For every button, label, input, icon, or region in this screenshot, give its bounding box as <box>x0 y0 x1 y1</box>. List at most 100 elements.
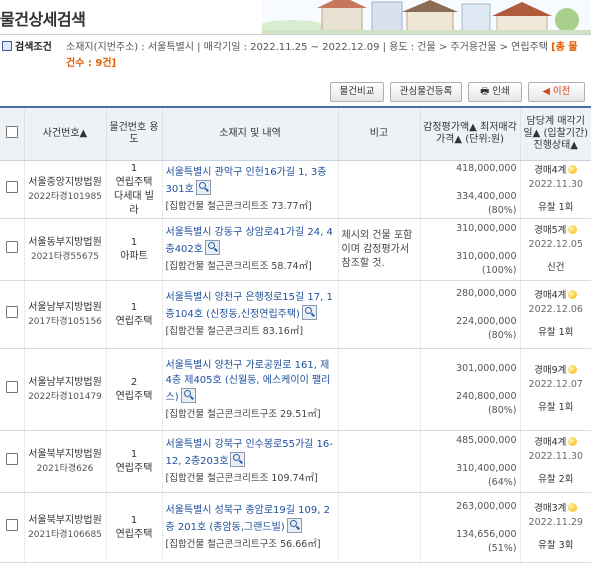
note-cell <box>337 160 420 219</box>
case-cell[interactable]: 서울중앙지방법원 2022타경101985 <box>23 160 106 219</box>
address-link[interactable]: 서울특별시 양천구 가로공원로 161, 제4층 제405호 (신월동, 에스케… <box>166 358 335 405</box>
price-ratio: (80%) <box>487 329 517 341</box>
address-text[interactable]: 서울특별시 관악구 인헌16가길 1, 3층 301호 <box>166 167 327 195</box>
item-cell: 2 연립주택 <box>105 348 162 431</box>
table-row[interactable]: 서울북부지방법원 2021타경106685 1 연립주택 서울특별시 성북구 종암로19… <box>0 492 591 563</box>
building-detail: [집합건물 철근콘크리트조 73.77㎡] <box>165 201 312 212</box>
court-division: 경매4계 <box>534 437 567 448</box>
address-cell: 서울특별시 강동구 상암로41가길 24, 4층402호 [집합건물 철근콘크리트… <box>161 218 338 281</box>
conditions-text: 소재지(지번주소) : 서울특별시 | 매각기일 : 2022.11.25 ~ … <box>66 40 586 72</box>
search-conditions: 검색조건 소재지(지번주소) : 서울특별시 | 매각기일 : 2022.11.… <box>0 40 591 74</box>
coin-icon[interactable] <box>568 290 578 299</box>
table-row[interactable]: 서울동부지방법원 2021타경55675 1 아파트 서울특별시 강동구 상암로41가길… <box>0 218 591 281</box>
page-header: 물건상세검색 <box>0 0 591 35</box>
sale-cell: 경매5계 2022.12.05 신건 <box>519 218 591 281</box>
row-checkbox[interactable] <box>5 519 18 531</box>
court-name: 서울남부지방법원 <box>28 376 102 388</box>
table-row[interactable]: 서울중앙지방법원 2022타경101985 1 연립주택 다세대 빌라 서울특별시 관악… <box>0 160 591 219</box>
map-search-icon[interactable] <box>205 240 220 255</box>
case-number[interactable]: 2022타경101985 <box>28 190 103 204</box>
building-detail: [집합건물 철근콘크리트구조 56.66㎡] <box>165 539 321 550</box>
case-number[interactable]: 2021타경106685 <box>28 528 103 542</box>
building-detail: [집합건물 철근콘크리트조 109.74㎡] <box>165 473 318 484</box>
coin-icon[interactable] <box>568 225 578 234</box>
case-cell[interactable]: 서울남부지방법원 2022타경101479 <box>23 348 106 431</box>
address-text[interactable]: 서울특별시 강동구 상암로41가길 24, 4층402호 <box>166 227 333 255</box>
address-cell: 서울특별시 관악구 인헌16가길 1, 3층 301호 [집합건물 철근콘크리트조… <box>161 160 338 219</box>
sale-header[interactable]: 담당계 매각기일▲ (입찰기간) 진행상태▲ <box>519 106 591 161</box>
print-button[interactable]: 🖶 인쇄 <box>468 82 522 102</box>
case-cell[interactable]: 서울북부지방법원 2021타경626 <box>23 430 106 493</box>
row-select-cell <box>0 280 24 349</box>
stage-row: 경매3계 <box>524 502 589 516</box>
price-header[interactable]: 감정평가액▲ 최저매각가격▲ (단위:원) <box>419 106 520 161</box>
address-text[interactable]: 서울특별시 성북구 종암로19길 109, 2층 201호 (종암동,그랜드빌) <box>166 505 330 533</box>
sale-status: 유찰 3회 <box>538 540 574 551</box>
map-search-icon[interactable] <box>195 180 211 195</box>
row-checkbox[interactable] <box>5 181 18 193</box>
building-detail: [집합건물 철근콘크리트조 58.74㎡] <box>165 261 312 272</box>
row-select-cell <box>0 218 24 281</box>
map-search-icon[interactable] <box>301 305 317 320</box>
sale-status: 유찰 1회 <box>538 202 574 213</box>
map-search-icon[interactable] <box>230 452 246 467</box>
address-link[interactable]: 서울특별시 관악구 인헌16가길 1, 3층 301호 <box>166 165 335 197</box>
address-cell: 서울특별시 양천구 가로공원로 161, 제4층 제405호 (신월동, 에스케… <box>161 348 338 431</box>
court-division: 경매9계 <box>534 365 567 376</box>
price-cell: 263,000,000 134,656,000 (51%) <box>419 492 520 563</box>
building-detail: [집합건물 철근콘크리트 83.16㎡] <box>165 326 304 337</box>
case-cell[interactable]: 서울동부지방법원 2021타경55675 <box>23 218 106 281</box>
compare-button[interactable]: 물건비교 <box>330 82 384 102</box>
row-select-cell <box>0 430 24 493</box>
item-cell: 1 연립주택 <box>105 492 162 563</box>
add-interest-button[interactable]: 관심물건등록 <box>390 82 462 102</box>
row-checkbox[interactable] <box>5 453 18 465</box>
table-row[interactable]: 서울남부지방법원 2017타경105156 1 연립주택 서울특별시 양천구 은행정로1… <box>0 280 591 349</box>
case-header[interactable]: 사건번호▲ <box>23 106 106 161</box>
coin-icon[interactable] <box>568 503 578 512</box>
case-number[interactable]: 2017타경105156 <box>28 315 103 329</box>
row-checkbox[interactable] <box>5 381 18 393</box>
note-header: 비고 <box>337 106 420 161</box>
address-link[interactable]: 서울특별시 양천구 은행정로15길 17, 1층104호 (신정동,신정연립주택… <box>166 290 335 322</box>
case-cell[interactable]: 서울남부지방법원 2017타경105156 <box>23 280 106 349</box>
appraisal-price: 263,000,000 <box>456 500 517 512</box>
address-text[interactable]: 서울특별시 강북구 인수봉로55가길 16-12, 2층203호 <box>166 439 333 467</box>
item-cell: 1 아파트 <box>105 218 162 281</box>
price-cell: 280,000,000 224,000,000 (80%) <box>419 280 520 349</box>
stage-row: 경매4계 <box>524 164 589 178</box>
price-ratio: (64%) <box>487 476 517 488</box>
select-all-checkbox[interactable] <box>5 126 18 138</box>
address-header: 소재지 및 내역 <box>161 106 338 161</box>
map-search-icon[interactable] <box>286 518 302 533</box>
table-row[interactable]: 서울남부지방법원 2022타경101479 2 연립주택 서울특별시 양천구 가로공원로… <box>0 348 591 431</box>
address-link[interactable]: 서울특별시 강동구 상암로41가길 24, 4층402호 <box>166 225 335 257</box>
min-price: 310,000,000 <box>456 250 517 262</box>
note-cell <box>337 280 420 349</box>
row-checkbox[interactable] <box>5 241 18 253</box>
stage-row: 경매4계 <box>524 436 589 450</box>
coin-icon[interactable] <box>568 365 578 374</box>
prev-button[interactable]: ◀ 이전 <box>528 82 585 102</box>
row-checkbox[interactable] <box>5 306 18 318</box>
case-cell[interactable]: 서울북부지방법원 2021타경106685 <box>23 492 106 563</box>
map-search-icon[interactable] <box>180 387 196 403</box>
table-row[interactable]: 서울북부지방법원 2021타경626 1 연립주택 서울특별시 강북구 인수봉로55가길… <box>0 430 591 493</box>
case-number[interactable]: 2021타경626 <box>28 462 103 476</box>
stage-row: 경매9계 <box>524 364 589 378</box>
price-ratio: (51%) <box>487 542 517 554</box>
price-ratio: (80%) <box>487 204 517 216</box>
case-number[interactable]: 2022타경101479 <box>28 390 103 404</box>
address-link[interactable]: 서울특별시 성북구 종암로19길 109, 2층 201호 (종암동,그랜드빌) <box>166 503 335 535</box>
sale-date: 2022.11.29 <box>528 517 583 528</box>
coin-icon[interactable] <box>568 437 578 446</box>
sale-status: 유찰 1회 <box>538 327 574 338</box>
min-price: 240,800,000 <box>456 390 517 402</box>
conditions-label: 검색조건 <box>2 40 52 56</box>
case-number[interactable]: 2021타경55675 <box>28 250 103 264</box>
item-number: 1 <box>130 162 138 174</box>
address-link[interactable]: 서울특별시 강북구 인수봉로55가길 16-12, 2층203호 <box>166 437 335 469</box>
select-all-header <box>0 106 24 161</box>
court-name: 서울북부지방법원 <box>28 514 102 526</box>
coin-icon[interactable] <box>568 165 578 174</box>
